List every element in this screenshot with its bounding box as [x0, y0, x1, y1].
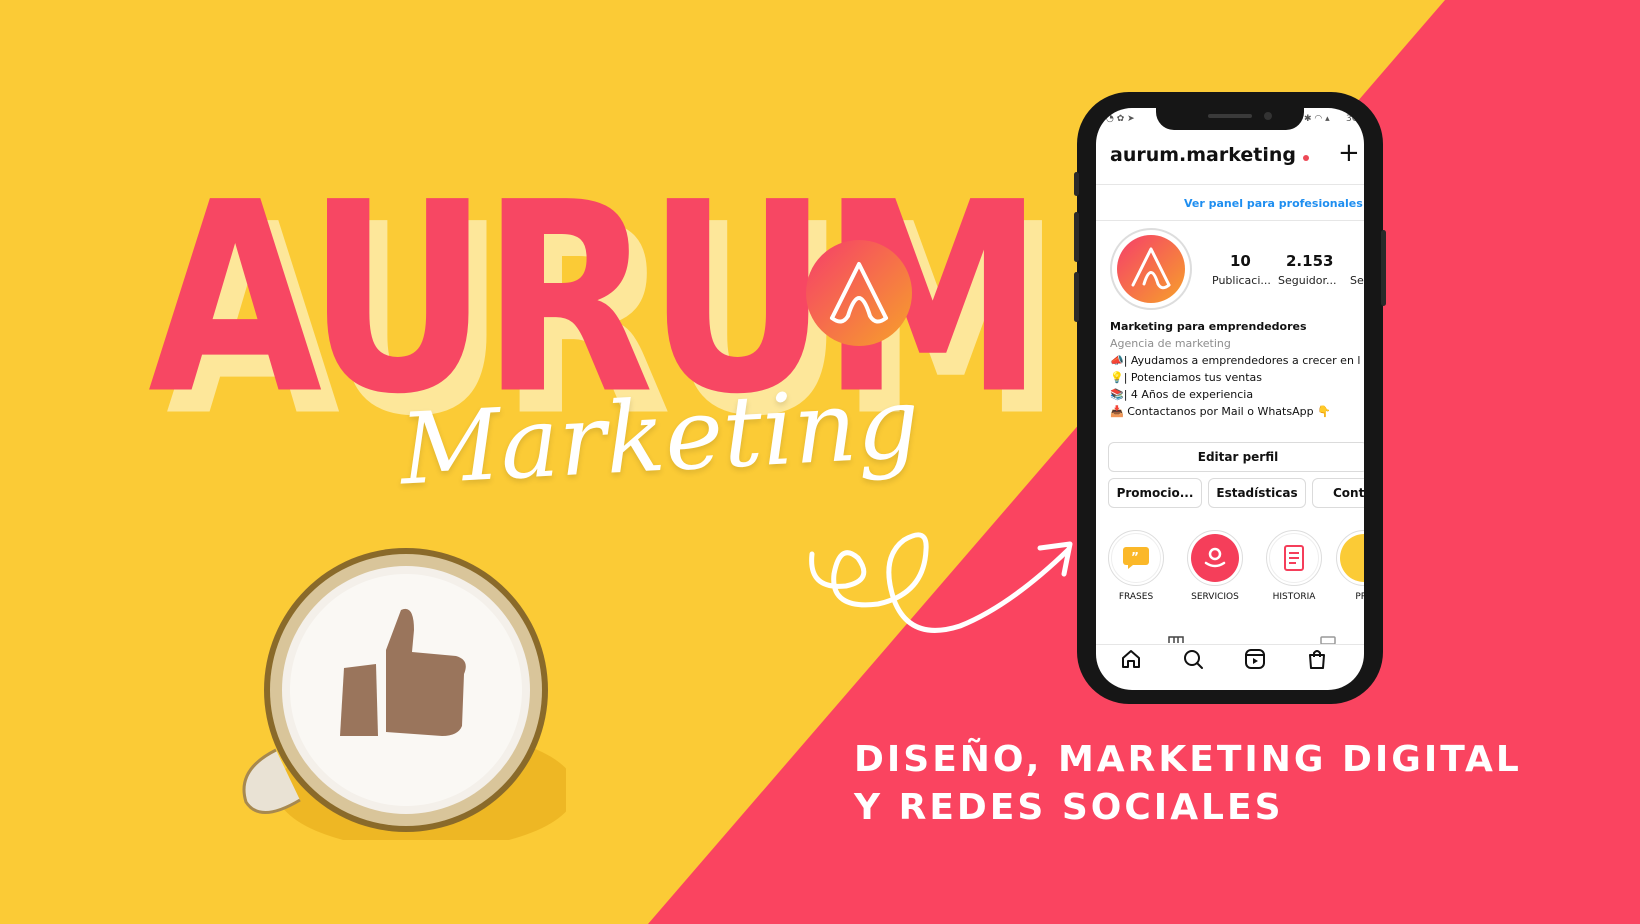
header-divider	[1096, 184, 1364, 185]
chevron-down-icon[interactable]: ⌄	[1288, 150, 1296, 161]
highlight-servicios[interactable]: SERVICIOS	[1185, 530, 1245, 602]
bio-category: Agencia de marketing	[1110, 337, 1231, 350]
insights-button[interactable]: Estadísticas	[1208, 478, 1306, 508]
phone-volume-down	[1074, 272, 1079, 322]
profile-avatar[interactable]	[1110, 228, 1192, 310]
nav-divider	[1096, 644, 1364, 645]
status-bar-left-icons: ◔ ✿ ➤	[1106, 114, 1135, 124]
aurum-logo-icon	[806, 240, 912, 346]
phone-volume-up	[1074, 212, 1079, 262]
edit-profile-button[interactable]: Editar perfil	[1108, 442, 1364, 472]
quote-icon: ”	[1123, 547, 1149, 569]
bio-line: 📚| 4 Años de experiencia	[1110, 388, 1254, 401]
followers-label: Seguidor...	[1278, 274, 1337, 287]
highlight-label: HISTORIA	[1272, 592, 1316, 602]
service-gear-icon	[1204, 547, 1226, 568]
bio-name: Marketing para emprendedores	[1110, 320, 1307, 333]
status-network: 3G	[1346, 114, 1359, 124]
highlight-partial[interactable]: PRE	[1334, 530, 1364, 602]
svg-text:”: ”	[1131, 550, 1139, 564]
reels-icon[interactable]	[1244, 648, 1266, 670]
status-bar-right-icons: ✱ ◠ ▴	[1304, 114, 1330, 124]
contact-button[interactable]: Cont	[1312, 478, 1364, 508]
tagline: DISEÑO, MARKETING DIGITAL Y REDES SOCIAL…	[854, 736, 1522, 832]
notebook-icon	[1284, 545, 1304, 571]
avatar-logo-icon	[1117, 235, 1185, 303]
highlight-frases[interactable]: ” FRASES	[1106, 530, 1166, 602]
panel-divider	[1096, 220, 1364, 221]
bio-line: 💡| Potenciamos tus ventas	[1110, 371, 1262, 384]
plus-icon[interactable]: +	[1338, 138, 1360, 168]
pro-panel-link[interactable]: Ver panel para profesionales	[1184, 197, 1363, 210]
instagram-profile-screen: ◔ ✿ ➤ ✱ ◠ ▴ 3G aurum.marketing ⌄ + Ver p…	[1096, 108, 1364, 690]
notification-dot	[1303, 155, 1309, 161]
speaker-grille	[1208, 114, 1252, 118]
phone-side-button	[1074, 172, 1079, 196]
phone-power-button	[1381, 230, 1386, 306]
partial-highlight-icon	[1340, 534, 1364, 582]
following-label[interactable]: Se	[1350, 274, 1364, 287]
highlight-label: SERVICIOS	[1191, 592, 1239, 602]
front-camera	[1264, 112, 1272, 120]
highlight-historia[interactable]: HISTORIA	[1264, 530, 1324, 602]
posts-count[interactable]: 10	[1230, 252, 1251, 270]
profile-username[interactable]: aurum.marketing	[1110, 144, 1296, 166]
tagged-tab-icon[interactable]	[1320, 636, 1336, 644]
followers-count[interactable]: 2.153	[1286, 252, 1333, 270]
grid-tab-icon[interactable]	[1168, 636, 1184, 644]
search-icon[interactable]	[1182, 648, 1204, 670]
highlight-label: FRASES	[1118, 592, 1154, 602]
bio-line: 📣| Ayudamos a emprendedores a crecer en …	[1110, 354, 1361, 367]
curly-arrow-icon	[809, 532, 1073, 633]
tagline-line-2: Y REDES SOCIALES	[854, 787, 1284, 828]
promotions-button[interactable]: Promocio...	[1108, 478, 1202, 508]
coffee-cup-image	[242, 548, 566, 840]
home-icon[interactable]	[1120, 648, 1142, 670]
tagline-line-1: DISEÑO, MARKETING DIGITAL	[854, 739, 1522, 780]
shop-icon[interactable]	[1306, 648, 1328, 670]
bio-line: 📥 Contactanos por Mail o WhatsApp 👇	[1110, 405, 1331, 418]
highlight-label: PRE	[1355, 592, 1364, 602]
phone-notch	[1156, 108, 1304, 130]
posts-label: Publicaci...	[1212, 274, 1271, 287]
